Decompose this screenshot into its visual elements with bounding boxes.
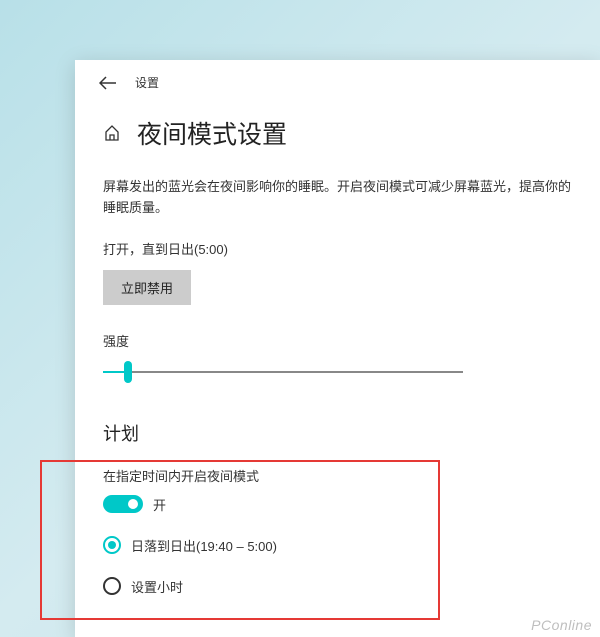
intensity-slider[interactable] — [103, 360, 463, 384]
status-label: 打开，直到日出(5:00) — [103, 239, 572, 258]
description-text: 屏幕发出的蓝光会在夜间影响你的睡眠。开启夜间模式可减少屏幕蓝光，提高你的睡眠质量… — [103, 177, 572, 219]
intensity-label: 强度 — [103, 331, 572, 350]
titlebar-label: 设置 — [135, 74, 159, 91]
slider-thumb[interactable] — [124, 361, 132, 383]
radio-sunset-label: 日落到日出(19:40 – 5:00) — [131, 536, 277, 555]
page-header: 夜间模式设置 — [103, 115, 572, 151]
schedule-enable-label: 在指定时间内开启夜间模式 — [103, 466, 572, 485]
settings-window: 设置 夜间模式设置 屏幕发出的蓝光会在夜间影响你的睡眠。开启夜间模式可减少屏幕蓝… — [75, 60, 600, 637]
intensity-section: 强度 — [103, 331, 572, 384]
radio-custom-label: 设置小时 — [131, 577, 183, 596]
toggle-knob — [128, 499, 138, 509]
slider-track — [103, 371, 463, 373]
home-icon[interactable] — [103, 124, 121, 142]
schedule-toggle[interactable] — [103, 495, 143, 513]
radio-icon-unselected — [103, 577, 121, 595]
back-arrow-icon — [99, 76, 117, 90]
schedule-section-title: 计划 — [103, 420, 572, 446]
radio-custom-hours[interactable]: 设置小时 — [103, 577, 572, 596]
watermark: PConline — [531, 617, 592, 633]
content-area: 夜间模式设置 屏幕发出的蓝光会在夜间影响你的睡眠。开启夜间模式可减少屏幕蓝光，提… — [75, 101, 600, 596]
toggle-state-label: 开 — [153, 495, 166, 514]
titlebar: 设置 — [75, 60, 600, 101]
radio-icon-selected — [103, 536, 121, 554]
back-button[interactable] — [99, 76, 117, 90]
page-title: 夜间模式设置 — [137, 115, 287, 151]
disable-now-button[interactable]: 立即禁用 — [103, 270, 191, 305]
radio-sunset[interactable]: 日落到日出(19:40 – 5:00) — [103, 536, 572, 555]
schedule-toggle-row: 开 — [103, 495, 572, 514]
